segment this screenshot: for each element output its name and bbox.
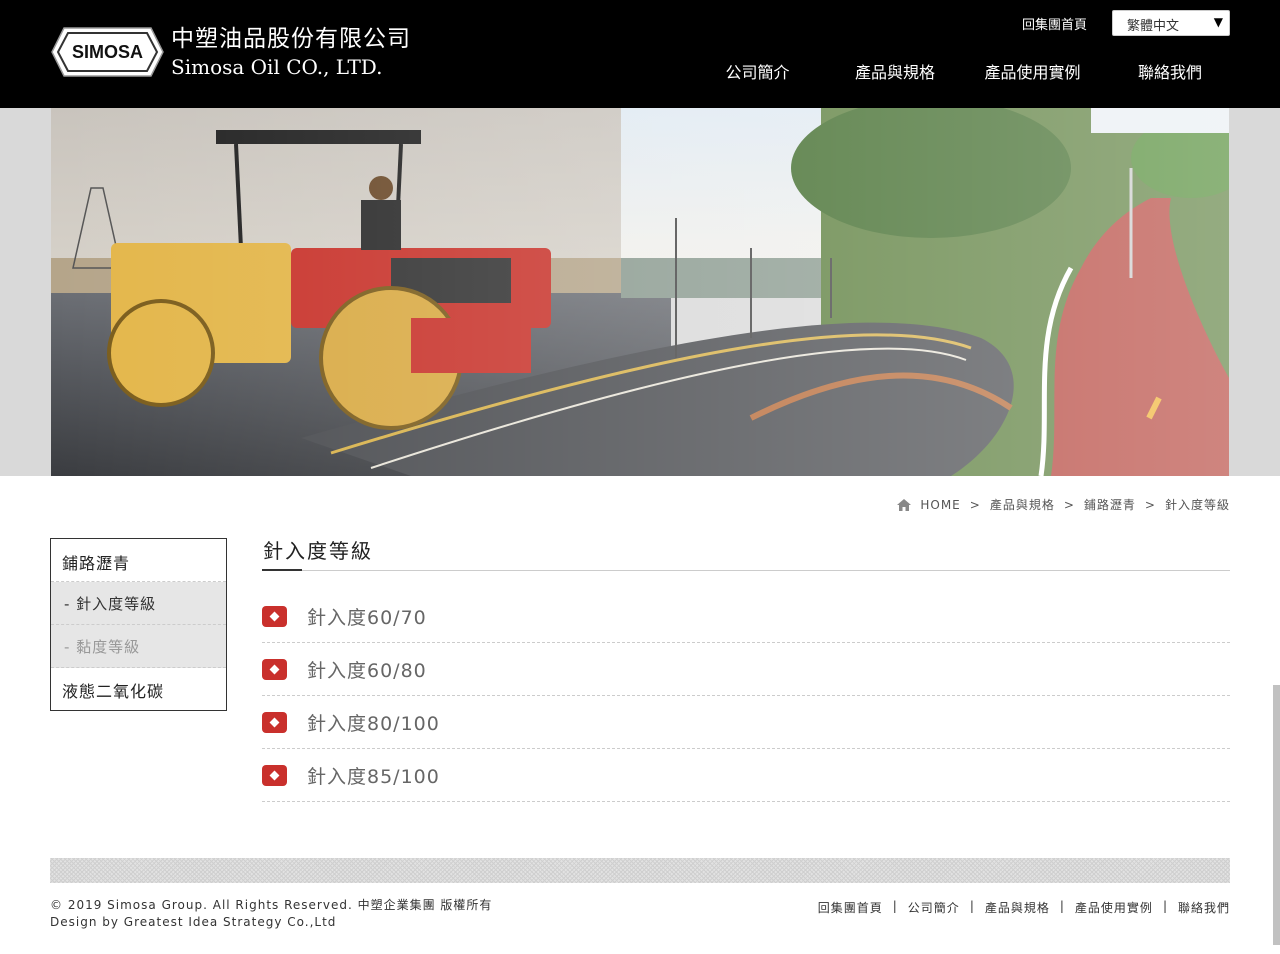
group-home-link[interactable]: 回集團首頁 (1022, 14, 1087, 33)
footer-separator: | (969, 899, 975, 913)
footer-link-contact[interactable]: 聯絡我們 (1178, 899, 1230, 916)
footer-link-cases[interactable]: 產品使用實例 (1075, 899, 1153, 916)
title-divider (262, 570, 1230, 571)
sidebar-category-liquid-co2[interactable]: 液態二氧化碳 (51, 668, 226, 710)
language-value: 繁體中文 (1127, 19, 1180, 34)
list-item[interactable]: 針入度60/70 (262, 590, 1230, 643)
home-icon (897, 498, 912, 511)
site-header: SIMOSA 中塑油品股份有限公司 Simosa Oil CO., LTD. 回… (0, 0, 1280, 108)
footer-separator: | (1162, 899, 1168, 913)
breadcrumb-separator: > (1063, 497, 1075, 512)
footer-nav: 回集團首頁 | 公司簡介 | 產品與規格 | 產品使用實例 | 聯絡我們 (818, 899, 1230, 916)
breadcrumb-home[interactable]: HOME (920, 498, 960, 512)
page-title: 針入度等級 (263, 539, 373, 563)
logo-text: 中塑油品股份有限公司 Simosa Oil CO., LTD. (171, 24, 411, 80)
nav-products[interactable]: 產品與規格 (825, 62, 965, 84)
product-link[interactable]: 針入度60/80 (307, 656, 427, 683)
copyright-line: © 2019 Simosa Group. All Rights Reserved… (50, 898, 493, 912)
sidebar-category-paving-asphalt[interactable]: 鋪路瀝青 (51, 539, 226, 582)
nav-about[interactable]: 公司簡介 (690, 62, 825, 84)
chevron-down-icon: ▼ (1213, 15, 1223, 29)
sidebar-item-viscosity-grade[interactable]: - 黏度等級 (51, 625, 226, 668)
copyright: © 2019 Simosa Group. All Rights Reserved… (50, 897, 492, 931)
footer-link-group-home[interactable]: 回集團首頁 (818, 899, 883, 916)
nav-contact[interactable]: 聯絡我們 (1100, 62, 1240, 84)
footer-pattern-band (50, 858, 1230, 883)
list-item[interactable]: 針入度85/100 (262, 749, 1230, 802)
sidebar-item-penetration-grade[interactable]: - 針入度等級 (51, 582, 226, 625)
nav-cases[interactable]: 產品使用實例 (965, 62, 1100, 84)
product-link[interactable]: 針入度60/70 (307, 603, 427, 630)
diamond-bullet-icon (262, 764, 287, 786)
list-item[interactable]: 針入度80/100 (262, 696, 1230, 749)
product-link[interactable]: 針入度80/100 (307, 709, 440, 736)
breadcrumb: HOME > 產品與規格 > 鋪路瀝青 > 針入度等級 (897, 496, 1230, 513)
hero-banner-image (51, 108, 1229, 476)
scrollbar-thumb[interactable] (1273, 685, 1280, 945)
list-item[interactable]: 針入度60/80 (262, 643, 1230, 696)
company-name-cn: 中塑油品股份有限公司 (171, 26, 411, 52)
footer-separator: | (892, 899, 898, 913)
footer-link-about[interactable]: 公司簡介 (908, 899, 960, 916)
main-nav: 公司簡介 產品與規格 產品使用實例 聯絡我們 (690, 62, 1240, 84)
title-accent-bar (262, 569, 302, 571)
breadcrumb-products[interactable]: 產品與規格 (990, 496, 1055, 513)
footer-link-products[interactable]: 產品與規格 (985, 899, 1050, 916)
sidebar: 鋪路瀝青 - 針入度等級 - 黏度等級 液態二氧化碳 (50, 538, 227, 711)
diamond-bullet-icon (262, 658, 287, 680)
simosa-logo-mark: SIMOSA (50, 24, 165, 80)
logo[interactable]: SIMOSA 中塑油品股份有限公司 Simosa Oil CO., LTD. (50, 22, 411, 82)
company-name-en: Simosa Oil CO., LTD. (171, 55, 383, 79)
diamond-bullet-icon (262, 605, 287, 627)
breadcrumb-separator: > (1144, 497, 1156, 512)
breadcrumb-paving-asphalt[interactable]: 鋪路瀝青 (1084, 496, 1136, 513)
footer-separator: | (1059, 899, 1065, 913)
breadcrumb-current: 針入度等級 (1164, 498, 1230, 512)
logo-mark-text: SIMOSA (72, 42, 143, 62)
designer-credit: Design by Greatest Idea Strategy Co.,Ltd (50, 915, 337, 929)
product-list: 針入度60/70 針入度60/80 針入度80/100 針入度85/100 (262, 590, 1230, 802)
language-select[interactable]: 繁體中文 ▼ (1112, 10, 1230, 36)
diamond-bullet-icon (262, 711, 287, 733)
breadcrumb-separator: > (969, 497, 981, 512)
product-link[interactable]: 針入度85/100 (307, 762, 440, 789)
